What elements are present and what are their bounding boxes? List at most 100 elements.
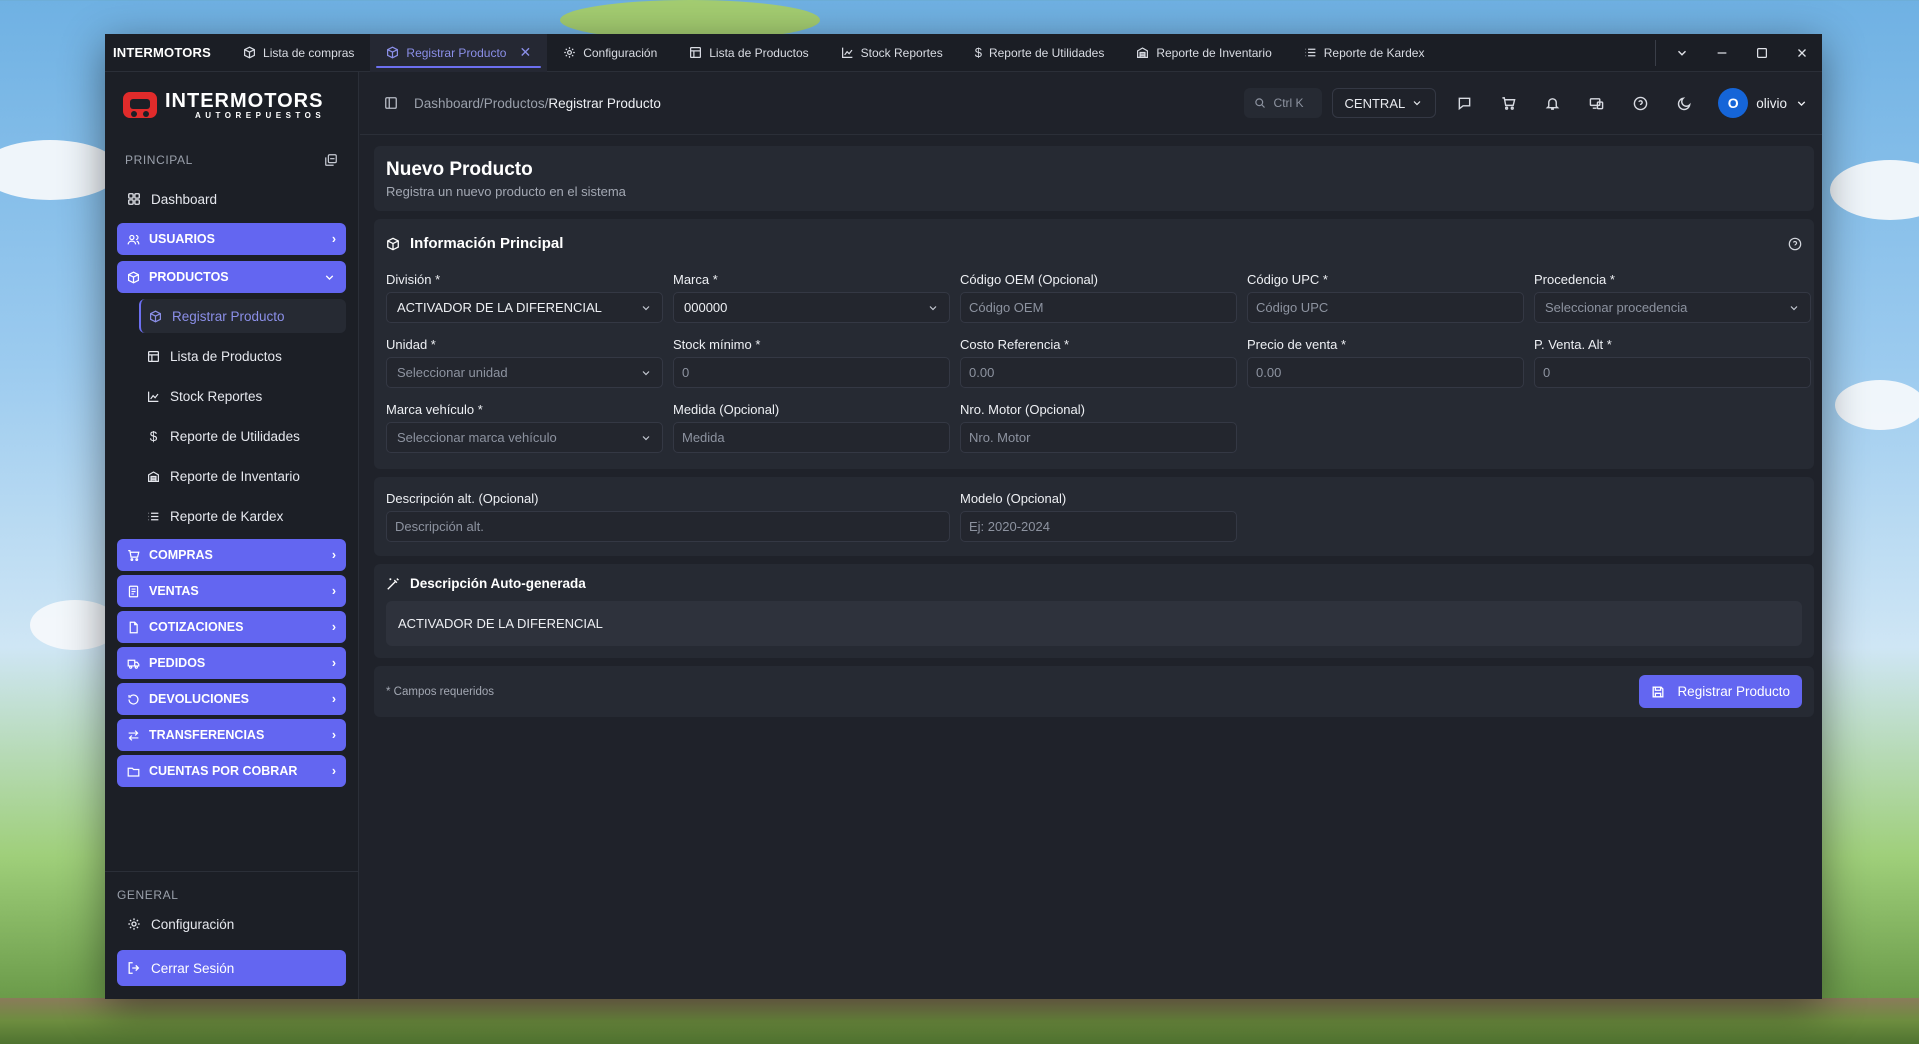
medida-field: Medida (Opcional) Medida [673,402,950,453]
division-field: División * ACTIVADOR DE LA DIFERENCIAL [386,272,663,323]
theme-toggle-button[interactable] [1666,88,1702,118]
sidebar-item-reporte-de-utilidades[interactable]: $ Reporte de Utilidades [139,419,346,453]
folder-icon [127,767,140,777]
logout-button[interactable]: Cerrar Sesión [117,950,346,986]
marca-vehiculo-select[interactable]: Seleccionar marca vehículo [386,422,663,453]
main-info-header: Información Principal [386,235,1802,252]
sidebar-item-registrar-producto[interactable]: Registrar Producto [139,299,346,333]
unidad-select[interactable]: Seleccionar unidad [386,357,663,388]
chevron-right-icon: › [331,620,336,634]
sidebar-group-pedidos[interactable]: PEDIDOS › [117,647,346,679]
chevron-down-icon [1797,100,1806,106]
sidebar-group-devoluciones[interactable]: DEVOLUCIONES › [117,683,346,715]
sidebar-group-cuentas-por-cobrar[interactable]: CUENTAS POR COBRAR › [117,755,346,787]
sidebar-group-label: VENTAS [149,584,199,598]
p-venta-alt-input[interactable]: 0 [1534,357,1811,388]
search-input[interactable]: Ctrl K [1243,88,1322,118]
messages-button[interactable] [1446,88,1482,118]
sidebar-item-stock-reportes[interactable]: Stock Reportes [139,379,346,413]
cart-button[interactable] [1490,88,1526,118]
sidebar-item-configuracion[interactable]: Configuración [117,906,346,942]
gear-icon [564,47,575,58]
sidebar-item-reporte-de-inventario[interactable]: Reporte de Inventario [139,459,346,493]
sidebar-item-reporte-de-kardex[interactable]: Reporte de Kardex [139,499,346,533]
sidebar-group-cotizaciones[interactable]: COTIZACIONES › [117,611,346,643]
close-tab-icon[interactable]: ✕ [519,44,531,61]
help-button[interactable] [1622,88,1658,118]
section-title: PRINCIPAL [125,153,193,167]
sidebar-item-lista-de-productos[interactable]: Lista de Productos [139,339,346,373]
section-principal: PRINCIPAL [105,145,358,175]
tab-label: Registrar Producto [406,45,507,60]
section-general: GENERAL [105,884,358,906]
sidebar-group-compras[interactable]: COMPRAS › [117,539,346,571]
help-icon[interactable] [1788,237,1802,251]
tab-lista-de-productos[interactable]: Lista de Productos [673,34,824,72]
nro-motor-input[interactable]: Nro. Motor [960,422,1237,453]
register-product-button[interactable]: Registrar Producto [1639,675,1802,708]
collapse-icon[interactable] [324,153,338,167]
input-placeholder: 0 [682,365,690,380]
auto-description-value: ACTIVADOR DE LA DIFERENCIAL [386,601,1802,646]
stock-minimo-input[interactable]: 0 [673,357,950,388]
grid-icon [128,193,140,205]
field-label: Código OEM (Opcional) [960,272,1098,287]
field-label: Modelo (Opcional) [960,491,1067,506]
sidebar-item-label: Lista de Productos [170,348,282,364]
branch-select[interactable]: CENTRAL [1331,88,1437,118]
marca-select[interactable]: 000000 [673,292,950,323]
sidebar-group-ventas[interactable]: VENTAS › [117,575,346,607]
costo-referencia-input[interactable]: 0.00 [960,357,1237,388]
tab-reporte-de-kardex[interactable]: Reporte de Kardex [1288,34,1441,72]
division-select[interactable]: ACTIVADOR DE LA DIFERENCIAL [386,292,663,323]
select-placeholder: Seleccionar procedencia [1545,300,1688,315]
field-label: Procedencia * [1534,272,1615,287]
app-name: INTERMOTORS [113,45,212,60]
sidebar-group-transferencias[interactable]: TRANSFERENCIAS › [117,719,346,751]
nro-motor-field: Nro. Motor (Opcional) Nro. Motor [960,402,1237,453]
breadcrumb-path[interactable]: Dashboard/Productos/ [414,96,548,111]
input-placeholder: Nro. Motor [969,430,1031,445]
tab-lista-de-compras[interactable]: Lista de compras [227,34,370,72]
branch-value: CENTRAL [1344,95,1406,111]
maximize-button[interactable] [1742,34,1782,72]
tab-reporte-de-inventario[interactable]: Reporte de Inventario [1120,34,1287,72]
tabs-dropdown-button[interactable] [1662,34,1702,72]
main-info-card: Información Principal División * ACTIVAD… [374,219,1814,469]
sidebar-toggle-icon[interactable] [384,96,398,110]
minimize-button[interactable] [1702,34,1742,72]
precio-venta-field: Precio de venta * 0.00 [1247,337,1524,388]
input-placeholder: Ej: 2020-2024 [969,519,1050,534]
sidebar-group-label: CUENTAS POR COBRAR [149,764,298,778]
search-icon [1254,98,1265,108]
input-placeholder: 0 [1543,365,1551,380]
tab-reporte-de-utilidades[interactable]: $ Reporte de Utilidades [959,34,1121,72]
box-icon [150,310,161,322]
tab-registrar-producto[interactable]: Registrar Producto ✕ [370,34,548,72]
table-icon [690,47,702,58]
minimize-icon [1717,51,1727,54]
codigo-upc-input[interactable]: Código UPC [1247,292,1524,323]
medida-input[interactable]: Medida [673,422,950,453]
descripcion-alt-input[interactable]: Descripción alt. [386,511,950,542]
tab-stock-reportes[interactable]: Stock Reportes [825,34,959,72]
tab-configuracion[interactable]: Configuración [547,34,673,72]
sidebar-group-usuarios[interactable]: USUARIOS › [117,223,346,255]
sidebar-group-productos[interactable]: PRODUCTOS [117,261,346,293]
sidebar-item-dashboard[interactable]: Dashboard [117,181,346,217]
modelo-input[interactable]: Ej: 2020-2024 [960,511,1237,542]
notifications-button[interactable] [1534,88,1570,118]
field-label: P. Venta. Alt * [1534,337,1612,352]
gear-icon [128,918,140,930]
extra-info-card: Descripción alt. (Opcional) Descripción … [374,477,1814,556]
marca-vehiculo-field: Marca vehículo * Seleccionar marca vehíc… [386,402,663,453]
close-window-button[interactable] [1782,34,1822,72]
procedencia-select[interactable]: Seleccionar procedencia [1534,292,1811,323]
field-label: Código UPC * [1247,272,1328,287]
tab-label: Reporte de Kardex [1323,45,1425,60]
devices-button[interactable] [1578,88,1614,118]
transfer-icon [128,729,139,741]
precio-venta-input[interactable]: 0.00 [1247,357,1524,388]
user-menu[interactable]: O olivio [1718,88,1808,118]
codigo-oem-input[interactable]: Código OEM [960,292,1237,323]
